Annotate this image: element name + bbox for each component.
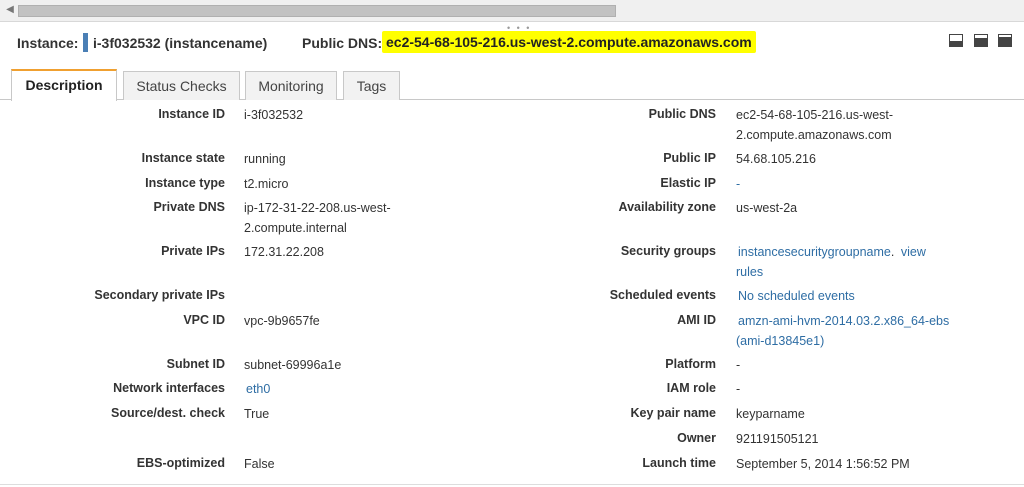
security-groups-separator: . — [890, 245, 895, 259]
ami-id-key: AMI ID — [677, 313, 716, 327]
tab-status-checks[interactable]: Status Checks — [123, 71, 240, 100]
scrollbar-thumb[interactable] — [18, 5, 616, 17]
tab-tags[interactable]: Tags — [343, 71, 400, 100]
instance-id-value: i-3f032532 — [244, 108, 304, 122]
public-dns-label: Public DNS: — [302, 35, 383, 51]
public-dns-key: Public DNS — [648, 107, 716, 121]
security-groups-value: instancesecuritygroupname. view — [738, 242, 926, 262]
secondary-private-ips-key: Secondary private IPs — [94, 288, 225, 302]
private-ips-key: Private IPs — [161, 244, 225, 258]
iam-role-value: - — [736, 382, 741, 396]
panel-bottom-divider — [0, 484, 1024, 485]
layout-toggle-group — [943, 34, 1012, 52]
ebs-optimized-value: False — [244, 457, 275, 471]
owner-key: Owner — [677, 431, 716, 445]
elastic-ip-key: Elastic IP — [660, 176, 716, 190]
private-dns-value-line2: 2.compute.internal — [244, 221, 347, 235]
view-rules-link-part2[interactable]: rules — [736, 262, 763, 282]
private-dns-key: Private DNS — [153, 200, 225, 214]
ami-id-link-line2[interactable]: (ami-d13845e1) — [736, 331, 824, 351]
source-dest-check-value: True — [244, 407, 270, 421]
ami-id-link-line1[interactable]: amzn-ami-hvm-2014.03.2.x86_64-ebs — [738, 311, 949, 331]
instance-value: i-3f032532 (instancename) — [93, 35, 268, 51]
panel-bottom-large-icon[interactable] — [998, 34, 1012, 47]
key-pair-name-value: keyparname — [736, 407, 805, 421]
subnet-id-key: Subnet ID — [166, 357, 225, 371]
instance-type-key: Instance type — [145, 176, 225, 190]
private-dns-value-line1: ip-172-31-22-208.us-west- — [244, 201, 391, 215]
instance-header: Instance: i-3f032532 (instancename) Publ… — [0, 22, 1024, 62]
platform-value: - — [736, 358, 741, 372]
instance-id-key: Instance ID — [158, 107, 225, 121]
detail-tabs: Description Status Checks Monitoring Tag… — [0, 69, 1024, 101]
launch-time-key: Launch time — [642, 456, 716, 470]
owner-value: 921191505121 — [736, 432, 819, 446]
platform-key: Platform — [665, 357, 716, 371]
network-interfaces-key: Network interfaces — [113, 381, 225, 395]
view-rules-link-part1[interactable]: view — [901, 245, 926, 259]
scheduled-events-key: Scheduled events — [609, 288, 716, 302]
scroll-left-arrow-icon[interactable]: ◀ — [3, 3, 17, 17]
security-group-link[interactable]: instancesecuritygroupname — [738, 245, 891, 259]
ebs-optimized-key: EBS-optimized — [136, 456, 225, 470]
scheduled-events-link[interactable]: No scheduled events — [738, 286, 855, 306]
instance-state-key: Instance state — [141, 151, 225, 165]
availability-zone-key: Availability zone — [618, 200, 716, 214]
launch-time-value: September 5, 2014 1:56:52 PM — [736, 457, 910, 471]
source-dest-check-key: Source/dest. check — [111, 406, 225, 420]
instance-color-marker — [83, 33, 88, 52]
availability-zone-value: us-west-2a — [736, 201, 798, 215]
public-dns-value-line2: 2.compute.amazonaws.com — [736, 128, 892, 142]
instance-state-value: running — [244, 152, 286, 166]
public-ip-key: Public IP — [663, 151, 716, 165]
iam-role-key: IAM role — [666, 381, 716, 395]
horizontal-scrollbar[interactable]: ◀ — [0, 0, 1024, 22]
instance-label: Instance: — [17, 35, 79, 51]
panel-bottom-medium-icon[interactable] — [973, 34, 988, 47]
security-groups-key: Security groups — [620, 244, 716, 258]
panel-bottom-small-icon[interactable] — [949, 34, 964, 47]
vpc-id-value: vpc-9b9657fe — [244, 314, 320, 328]
tab-description[interactable]: Description — [11, 69, 117, 101]
public-ip-value: 54.68.105.216 — [736, 152, 816, 166]
instance-type-value: t2.micro — [244, 177, 289, 191]
public-dns-value-line1: ec2-54-68-105-216.us-west- — [736, 108, 894, 122]
description-panel: Instance ID i-3f032532 Instance state ru… — [0, 100, 1024, 487]
key-pair-name-key: Key pair name — [630, 406, 716, 420]
elastic-ip-value[interactable]: - — [736, 174, 740, 194]
tab-monitoring[interactable]: Monitoring — [245, 71, 337, 100]
private-ips-value: 172.31.22.208 — [244, 245, 324, 259]
vpc-id-key: VPC ID — [183, 313, 225, 327]
network-interface-link[interactable]: eth0 — [246, 379, 270, 399]
public-dns-highlighted-value: ec2-54-68-105-216.us-west-2.compute.amaz… — [382, 31, 756, 53]
subnet-id-value: subnet-69996a1e — [244, 358, 342, 372]
